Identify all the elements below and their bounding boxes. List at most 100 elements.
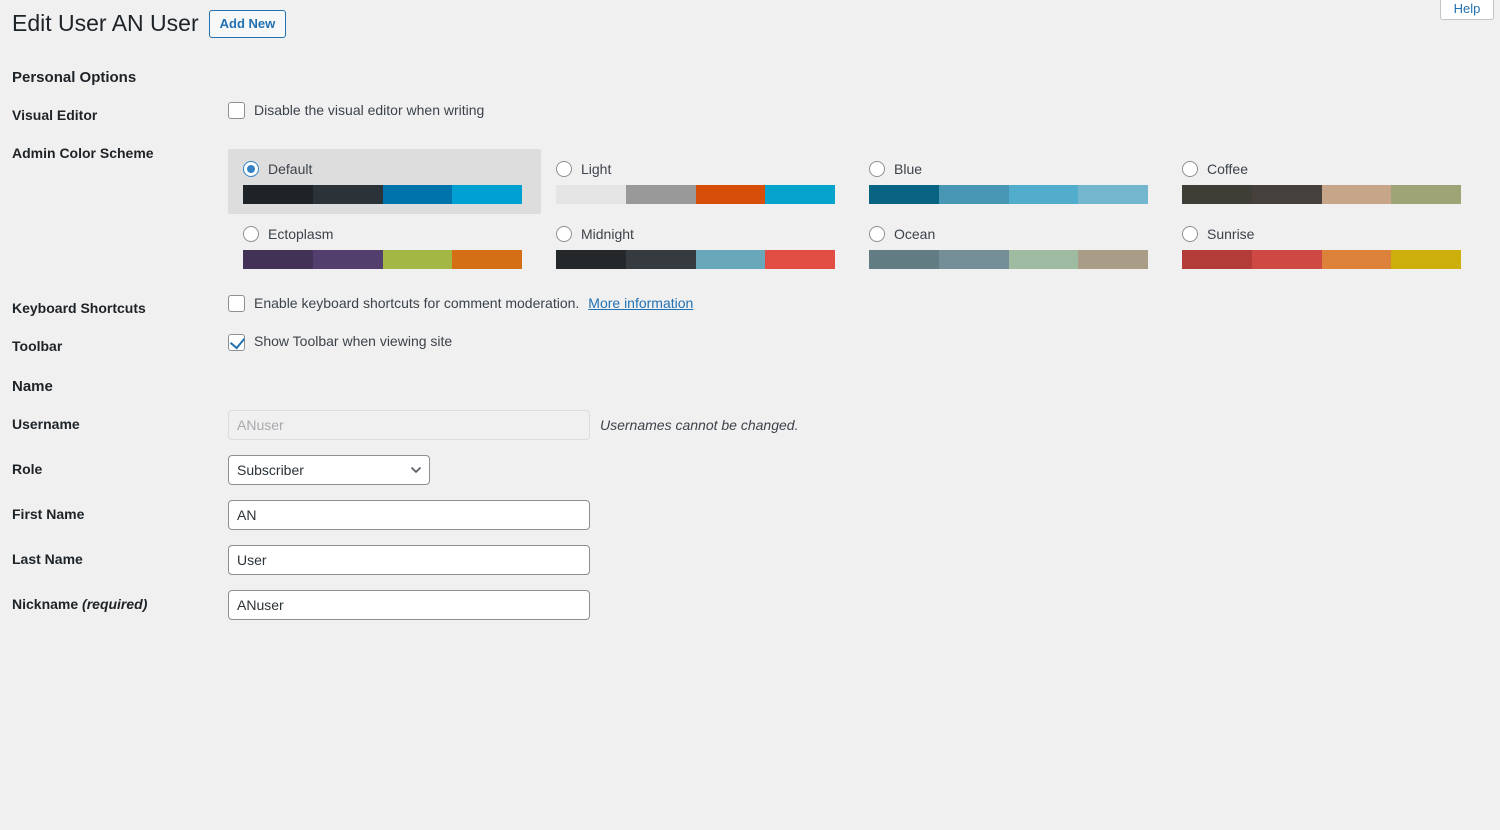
name-section-heading: Name (0, 355, 1500, 395)
swatch-1 (869, 250, 939, 269)
toolbar-label: Toolbar (0, 317, 228, 355)
form-row-visual-editor: Visual Editor Disable the visual editor … (0, 86, 1500, 124)
last-name-input[interactable] (228, 545, 590, 575)
swatch-2 (939, 185, 1009, 204)
swatch-1 (1182, 185, 1252, 204)
last-name-label: Last Name (0, 530, 228, 568)
swatch-2 (313, 250, 383, 269)
color-scheme-radio-ectoplasm[interactable] (243, 226, 259, 242)
username-input (228, 410, 590, 440)
color-scheme-swatches-midnight (556, 250, 835, 269)
swatch-3 (1009, 185, 1079, 204)
personal-options-table: Visual Editor Disable the visual editor … (0, 86, 1500, 356)
keyboard-shortcuts-checkbox[interactable] (228, 295, 245, 312)
color-scheme-radio-midnight[interactable] (556, 226, 572, 242)
nickname-label: Nickname (required) (0, 575, 228, 613)
toolbar-checkbox-label[interactable]: Show Toolbar when viewing site (254, 332, 452, 352)
color-scheme-option-coffee[interactable]: Coffee (1167, 149, 1480, 214)
form-row-toolbar: Toolbar Show Toolbar when viewing site (0, 317, 1500, 355)
swatch-3 (1322, 250, 1392, 269)
swatch-4 (765, 250, 835, 269)
form-row-keyboard-shortcuts: Keyboard Shortcuts Enable keyboard short… (0, 279, 1500, 317)
color-scheme-radio-coffee[interactable] (1182, 161, 1198, 177)
color-scheme-option-ocean[interactable]: Ocean (854, 214, 1167, 279)
color-scheme-radio-sunrise[interactable] (1182, 226, 1198, 242)
swatch-2 (626, 185, 696, 204)
form-row-first-name: First Name (0, 485, 1500, 530)
color-scheme-picker[interactable]: Default LightBlue Coffee Ectoplasm Midnight O… (228, 139, 1490, 279)
role-select[interactable]: SubscriberContributorAuthorEditorAdminis… (228, 455, 430, 485)
swatch-4 (1391, 250, 1461, 269)
color-scheme-radio-ocean[interactable] (869, 226, 885, 242)
swatch-2 (1252, 250, 1322, 269)
swatch-2 (939, 250, 1009, 269)
first-name-label: First Name (0, 485, 228, 523)
swatch-2 (626, 250, 696, 269)
swatch-1 (243, 250, 313, 269)
swatch-4 (1078, 250, 1148, 269)
first-name-field (228, 485, 1500, 530)
toolbar-checkbox[interactable] (228, 334, 245, 351)
nickname-field (228, 575, 1500, 620)
visual-editor-checkbox[interactable] (228, 102, 245, 119)
more-information-link[interactable]: More information (588, 294, 693, 314)
color-scheme-radio-blue[interactable] (869, 161, 885, 177)
role-label: Role (0, 440, 228, 478)
color-scheme-name-midnight: Midnight (581, 227, 634, 241)
nickname-input[interactable] (228, 590, 590, 620)
nickname-label-text: Nickname (12, 596, 78, 612)
swatch-3 (1322, 185, 1392, 204)
swatch-1 (556, 185, 626, 204)
color-scheme-swatches-sunrise (1182, 250, 1461, 269)
username-label: Username (0, 395, 228, 433)
color-scheme-name-sunrise: Sunrise (1207, 227, 1254, 241)
swatch-3 (383, 185, 453, 204)
color-scheme-swatches-ectoplasm (243, 250, 522, 269)
color-scheme-option-ectoplasm[interactable]: Ectoplasm (228, 214, 541, 279)
swatch-2 (1252, 185, 1322, 204)
swatch-3 (696, 250, 766, 269)
swatch-4 (452, 250, 522, 269)
personal-options-heading: Personal Options (0, 39, 1500, 86)
username-field: Usernames cannot be changed. (228, 395, 1500, 440)
help-tab[interactable]: Help (1440, 0, 1494, 20)
color-scheme-name-ocean: Ocean (894, 227, 935, 241)
color-scheme-option-blue[interactable]: Blue (854, 149, 1167, 214)
color-scheme-name-coffee: Coffee (1207, 162, 1248, 176)
swatch-1 (1182, 250, 1252, 269)
swatch-4 (1078, 185, 1148, 204)
keyboard-shortcuts-checkbox-label[interactable]: Enable keyboard shortcuts for comment mo… (254, 294, 579, 314)
color-scheme-swatches-default (243, 185, 522, 204)
last-name-field (228, 530, 1500, 575)
first-name-input[interactable] (228, 500, 590, 530)
color-scheme-name-default: Default (268, 162, 312, 176)
page-title: Edit User AN User (12, 9, 199, 39)
color-scheme-option-midnight[interactable]: Midnight (541, 214, 854, 279)
add-new-button[interactable]: Add New (209, 10, 287, 38)
color-scheme-swatches-light (556, 185, 835, 204)
swatch-4 (1391, 185, 1461, 204)
color-scheme-swatches-ocean (869, 250, 1148, 269)
color-scheme-radio-light[interactable] (556, 161, 572, 177)
page-header: Edit User AN User Add New (0, 0, 1500, 39)
swatch-1 (869, 185, 939, 204)
visual-editor-checkbox-label[interactable]: Disable the visual editor when writing (254, 101, 484, 121)
color-scheme-option-sunrise[interactable]: Sunrise (1167, 214, 1480, 279)
color-scheme-option-light[interactable]: Light (541, 149, 854, 214)
swatch-4 (765, 185, 835, 204)
admin-color-scheme-field: Default LightBlue Coffee Ectoplasm Midnight O… (228, 124, 1500, 279)
name-table: Username Usernames cannot be changed. Ro… (0, 395, 1500, 620)
role-field: SubscriberContributorAuthorEditorAdminis… (228, 440, 1500, 485)
admin-color-scheme-label: Admin Color Scheme (0, 124, 228, 162)
form-row-username: Username Usernames cannot be changed. (0, 395, 1500, 440)
form-row-nickname: Nickname (required) (0, 575, 1500, 620)
color-scheme-swatches-blue (869, 185, 1148, 204)
color-scheme-swatches-coffee (1182, 185, 1461, 204)
form-row-last-name: Last Name (0, 530, 1500, 575)
help-tab-label: Help (1454, 1, 1481, 16)
color-scheme-name-ectoplasm: Ectoplasm (268, 227, 333, 241)
toolbar-field: Show Toolbar when viewing site (228, 317, 1500, 352)
color-scheme-option-default[interactable]: Default (228, 149, 541, 214)
color-scheme-radio-default[interactable] (243, 161, 259, 177)
nickname-required-suffix: (required) (82, 596, 147, 612)
